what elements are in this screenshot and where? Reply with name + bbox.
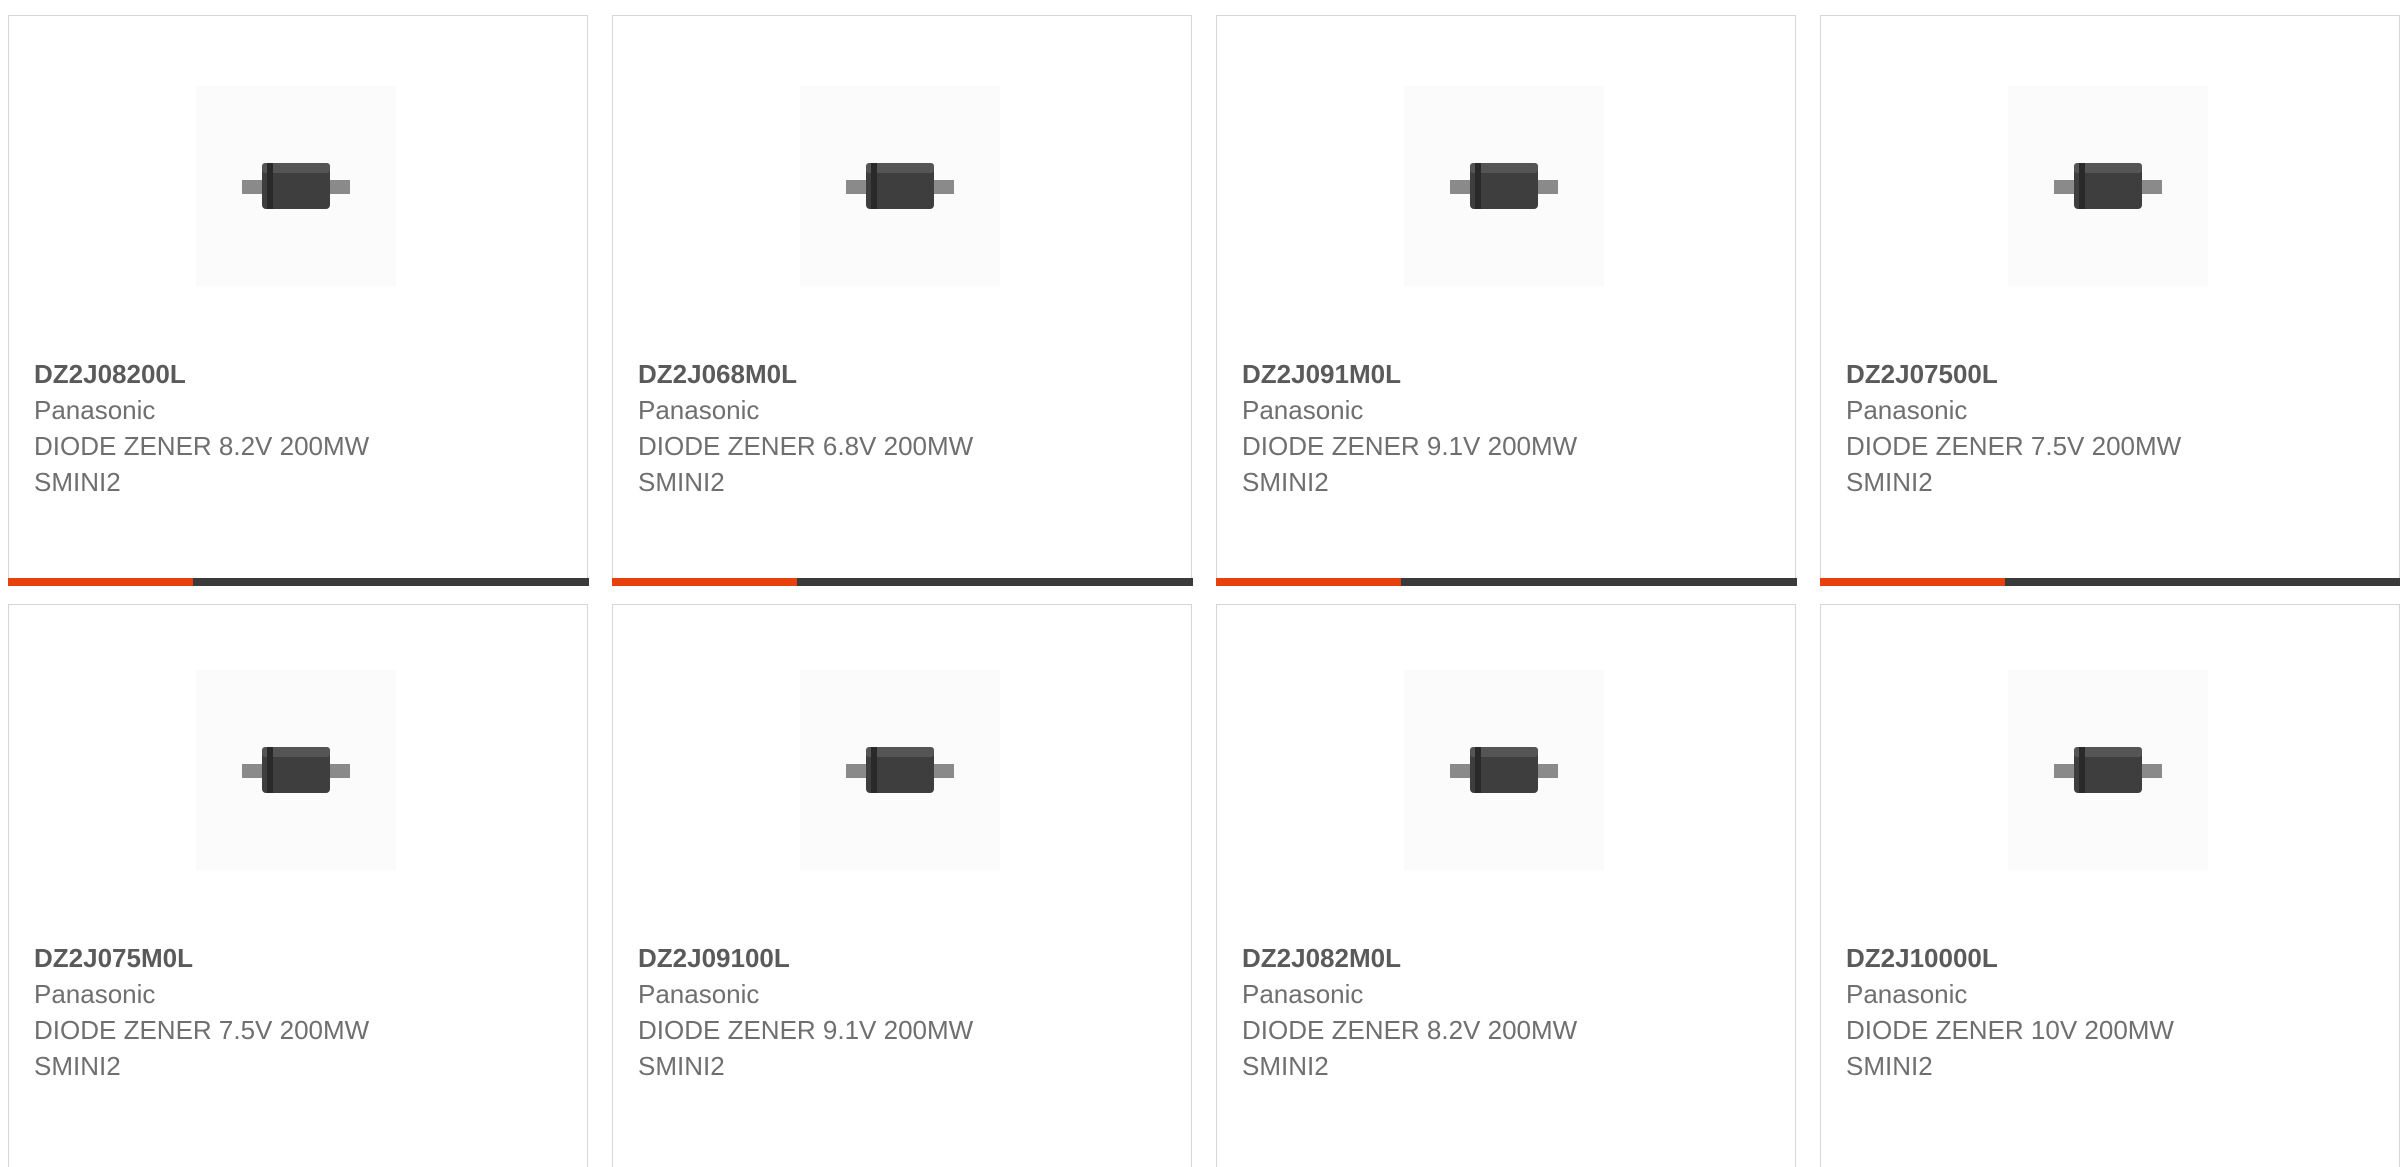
package: SMINI2 (1846, 1051, 1933, 1081)
product-image[interactable] (1404, 670, 1604, 870)
product-grid: DZ2J08200L Panasonic DIODE ZENER 8.2V 20… (0, 0, 2400, 1167)
product-info: DZ2J068M0L Panasonic DIODE ZENER 6.8V 20… (638, 356, 1171, 500)
product-card[interactable]: DZ2J08200L Panasonic DIODE ZENER 8.2V 20… (7, 15, 589, 586)
card-hover-bar (1215, 577, 1797, 586)
package: SMINI2 (638, 467, 725, 497)
card-hover-bar (7, 577, 589, 586)
product-info: DZ2J10000L Panasonic DIODE ZENER 10V 200… (1846, 940, 2379, 1084)
diode-icon (2054, 747, 2162, 793)
diode-icon (242, 747, 350, 793)
diode-icon (242, 163, 350, 209)
card-hover-accent (7, 577, 194, 586)
part-number[interactable]: DZ2J091M0L (1242, 356, 1775, 392)
product-card[interactable]: DZ2J09100L Panasonic DIODE ZENER 9.1V 20… (612, 604, 1192, 1167)
diode-icon (846, 163, 954, 209)
part-number[interactable]: DZ2J082M0L (1242, 940, 1775, 976)
manufacturer: Panasonic (34, 979, 156, 1009)
part-number[interactable]: DZ2J09100L (638, 940, 1171, 976)
manufacturer: Panasonic (34, 395, 156, 425)
manufacturer: Panasonic (1242, 395, 1364, 425)
diode-icon (1450, 163, 1558, 209)
product-info: DZ2J07500L Panasonic DIODE ZENER 7.5V 20… (1846, 356, 2379, 500)
package: SMINI2 (1242, 1051, 1329, 1081)
description: DIODE ZENER 7.5V 200MW (34, 1015, 370, 1045)
product-image[interactable] (2008, 670, 2208, 870)
product-image[interactable] (196, 670, 396, 870)
diode-icon (846, 747, 954, 793)
product-image[interactable] (1404, 86, 1604, 286)
product-image[interactable] (800, 670, 1000, 870)
product-card[interactable]: DZ2J091M0L Panasonic DIODE ZENER 9.1V 20… (1215, 15, 1797, 586)
manufacturer: Panasonic (1846, 395, 1968, 425)
description: DIODE ZENER 8.2V 200MW (34, 431, 370, 461)
manufacturer: Panasonic (638, 979, 760, 1009)
product-info: DZ2J075M0L Panasonic DIODE ZENER 7.5V 20… (34, 940, 567, 1084)
card-hover-accent (611, 577, 798, 586)
product-image[interactable] (2008, 86, 2208, 286)
diode-icon (1450, 747, 1558, 793)
description: DIODE ZENER 6.8V 200MW (638, 431, 974, 461)
product-card[interactable]: DZ2J10000L Panasonic DIODE ZENER 10V 200… (1820, 604, 2400, 1167)
card-hover-accent (1819, 577, 2006, 586)
product-info: DZ2J08200L Panasonic DIODE ZENER 8.2V 20… (34, 356, 567, 500)
product-card[interactable]: DZ2J07500L Panasonic DIODE ZENER 7.5V 20… (1819, 15, 2400, 586)
description: DIODE ZENER 7.5V 200MW (1846, 431, 2182, 461)
description: DIODE ZENER 9.1V 200MW (638, 1015, 974, 1045)
description: DIODE ZENER 9.1V 200MW (1242, 431, 1578, 461)
product-info: DZ2J09100L Panasonic DIODE ZENER 9.1V 20… (638, 940, 1171, 1084)
product-card[interactable]: DZ2J068M0L Panasonic DIODE ZENER 6.8V 20… (611, 15, 1193, 586)
part-number[interactable]: DZ2J068M0L (638, 356, 1171, 392)
product-card[interactable]: DZ2J082M0L Panasonic DIODE ZENER 8.2V 20… (1216, 604, 1796, 1167)
product-image[interactable] (196, 86, 396, 286)
package: SMINI2 (638, 1051, 725, 1081)
manufacturer: Panasonic (638, 395, 760, 425)
card-hover-bar (611, 577, 1193, 586)
package: SMINI2 (34, 1051, 121, 1081)
part-number[interactable]: DZ2J075M0L (34, 940, 567, 976)
package: SMINI2 (1846, 467, 1933, 497)
manufacturer: Panasonic (1242, 979, 1364, 1009)
package: SMINI2 (1242, 467, 1329, 497)
product-info: DZ2J091M0L Panasonic DIODE ZENER 9.1V 20… (1242, 356, 1775, 500)
part-number[interactable]: DZ2J10000L (1846, 940, 2379, 976)
package: SMINI2 (34, 467, 121, 497)
description: DIODE ZENER 8.2V 200MW (1242, 1015, 1578, 1045)
card-hover-bar (1819, 577, 2400, 586)
product-card[interactable]: DZ2J075M0L Panasonic DIODE ZENER 7.5V 20… (8, 604, 588, 1167)
part-number[interactable]: DZ2J07500L (1846, 356, 2379, 392)
part-number[interactable]: DZ2J08200L (34, 356, 567, 392)
manufacturer: Panasonic (1846, 979, 1968, 1009)
product-info: DZ2J082M0L Panasonic DIODE ZENER 8.2V 20… (1242, 940, 1775, 1084)
description: DIODE ZENER 10V 200MW (1846, 1015, 2174, 1045)
diode-icon (2054, 163, 2162, 209)
card-hover-accent (1215, 577, 1402, 586)
product-image[interactable] (800, 86, 1000, 286)
